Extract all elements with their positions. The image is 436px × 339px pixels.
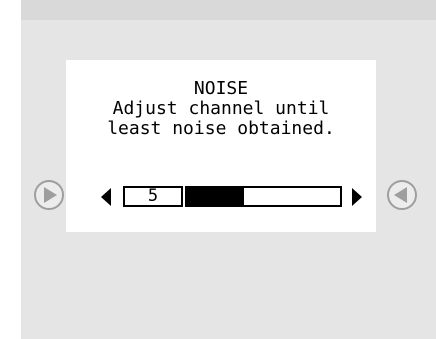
dialog-title: NOISE (193, 78, 249, 99)
increase-channel-button[interactable] (350, 187, 364, 207)
decrease-channel-button[interactable] (99, 187, 113, 207)
noise-level-bar[interactable] (185, 186, 342, 207)
top-strip (21, 0, 436, 20)
play-left-icon (394, 187, 407, 203)
noise-level-fill (187, 188, 244, 205)
next-button[interactable] (387, 180, 417, 210)
dialog-message-line-2: least noise obtained. (107, 118, 335, 139)
previous-button[interactable] (34, 180, 64, 210)
triangle-left-icon (101, 188, 111, 206)
triangle-right-icon (352, 188, 362, 206)
dialog-message-line-1: Adjust channel until (112, 98, 330, 119)
channel-value: 5 (123, 186, 183, 207)
play-right-icon (44, 187, 57, 203)
